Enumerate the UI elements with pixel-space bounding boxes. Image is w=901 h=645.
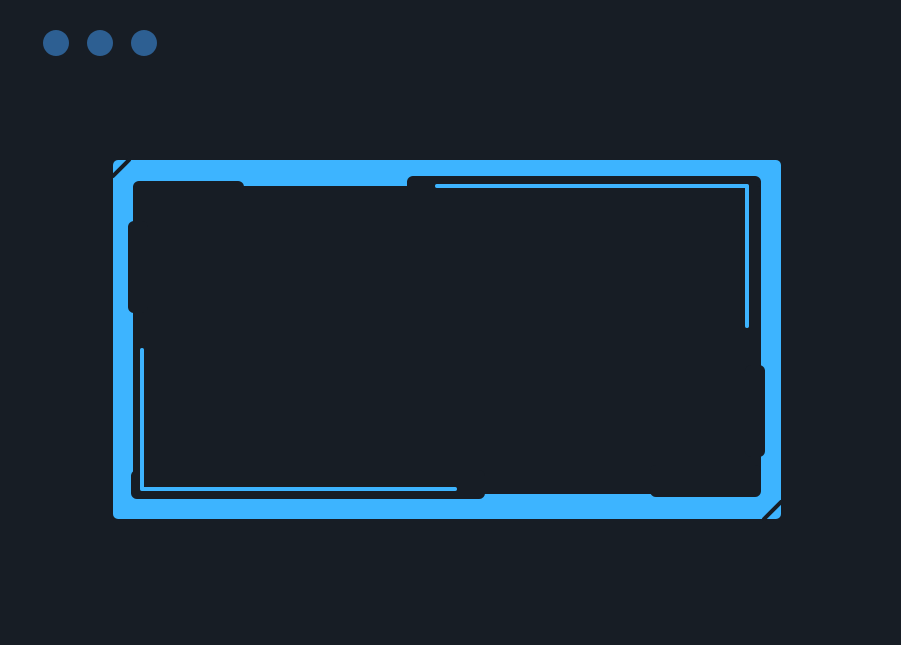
app-window xyxy=(0,0,901,645)
inner-panel xyxy=(128,176,765,499)
hud-frame-graphic xyxy=(111,158,783,521)
